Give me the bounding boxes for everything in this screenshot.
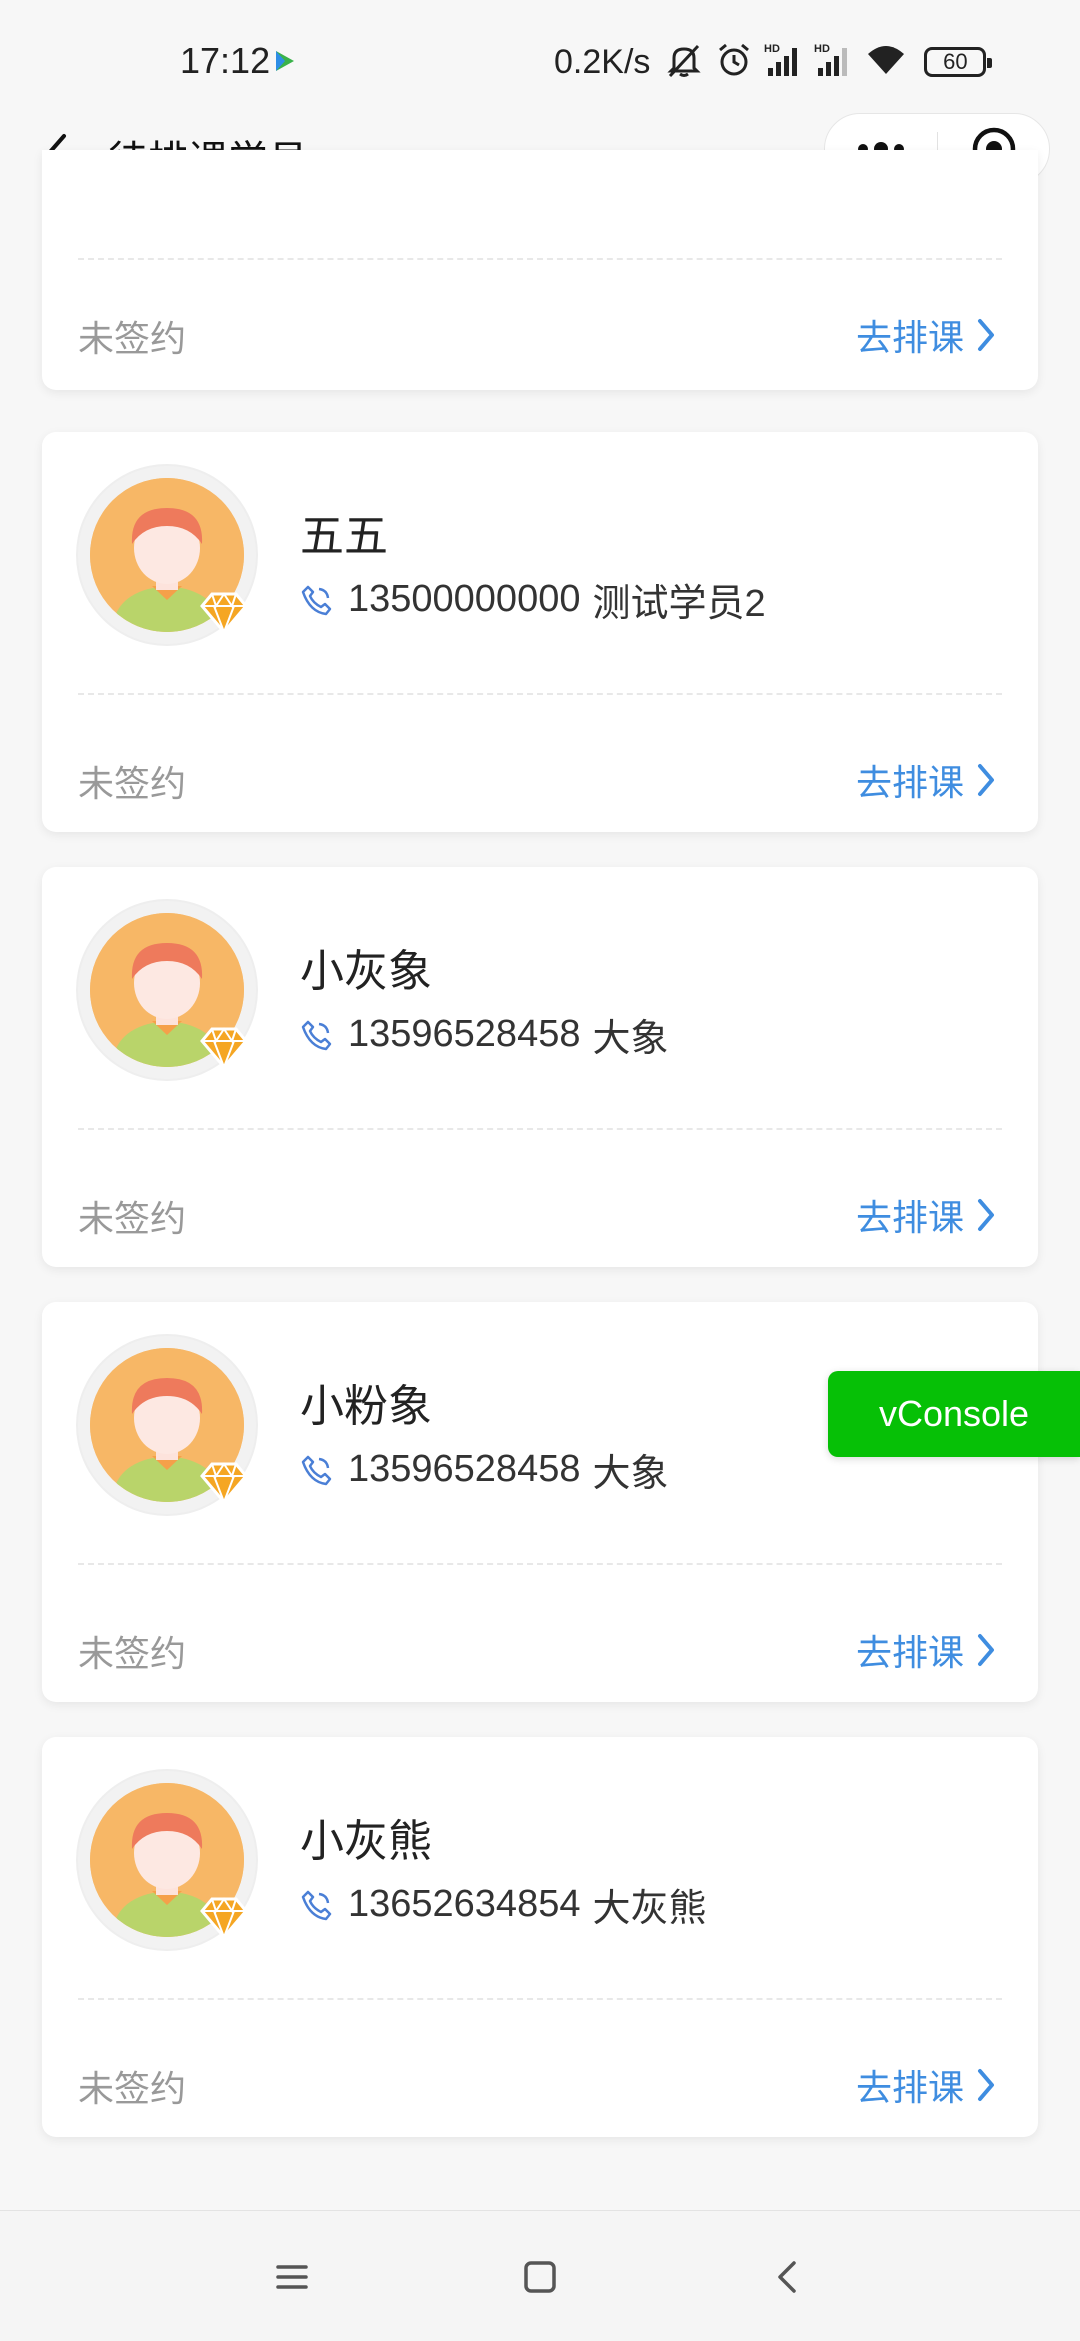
chevron-right-icon: [978, 764, 994, 796]
student-card[interactable]: 小灰象 13596528458 大象 未签约 去排课: [42, 867, 1038, 1267]
schedule-button[interactable]: 去排课: [856, 1189, 996, 1241]
student-list: 未签约 去排课 五五 13500000000 测试学员2 未签约 去排课 小灰象…: [0, 0, 1080, 2340]
contract-status: 未签约: [78, 2068, 187, 2109]
student-card[interactable]: 五五 13500000000 测试学员2 未签约 去排课: [42, 432, 1038, 832]
home-button[interactable]: [510, 2247, 570, 2307]
phone-icon: [301, 1890, 332, 1920]
schedule-button[interactable]: 去排课: [856, 309, 996, 361]
avatar: [78, 901, 258, 1081]
student-note: 大灰熊: [592, 1888, 707, 1930]
schedule-label: 去排课: [855, 317, 964, 358]
vip-diamond-icon: [200, 592, 248, 634]
student-card[interactable]: 小灰熊 13652634854 大灰熊 未签约 去排课: [42, 1737, 1038, 2137]
student-contact: 13596528458 大象: [300, 1442, 669, 1497]
menu-icon: [276, 2265, 308, 2289]
student-name: 小灰熊: [300, 1817, 432, 1866]
vip-diamond-icon: [200, 1897, 248, 1939]
chevron-right-icon: [978, 1199, 994, 1231]
student-contact: 13500000000 测试学员2: [300, 572, 766, 627]
contract-status: 未签约: [78, 1198, 187, 1239]
vip-diamond-icon: [200, 1027, 248, 1069]
menu-button[interactable]: [262, 2247, 322, 2307]
contract-status: 未签约: [78, 318, 187, 359]
student-name: 小灰象: [300, 947, 432, 996]
card-divider: [78, 258, 1002, 260]
phone-icon: [301, 585, 332, 615]
student-phone: 13652634854: [348, 1883, 581, 1925]
schedule-label: 去排课: [855, 2067, 964, 2108]
avatar: [78, 1771, 258, 1951]
schedule-button[interactable]: 去排课: [856, 2059, 996, 2111]
system-nav-bar: [0, 2210, 1080, 2341]
home-icon: [524, 2261, 556, 2293]
phone-icon: [301, 1020, 332, 1050]
student-note: 大象: [592, 1018, 669, 1060]
chevron-right-icon: [978, 2069, 994, 2101]
student-name: 五五: [300, 512, 388, 561]
vip-diamond-icon: [200, 1462, 248, 1504]
card-divider: [78, 1563, 1002, 1565]
vconsole-button[interactable]: vConsole: [828, 1371, 1080, 1457]
back-icon: [778, 2261, 796, 2293]
student-contact: 13596528458 大象: [300, 1007, 669, 1062]
card-divider: [78, 1128, 1002, 1130]
student-card[interactable]: 未签约 去排课: [42, 150, 1038, 390]
chevron-right-icon: [978, 319, 994, 351]
system-back-button[interactable]: [758, 2247, 818, 2307]
schedule-button[interactable]: 去排课: [856, 1624, 996, 1676]
card-divider: [78, 693, 1002, 695]
schedule-label: 去排课: [855, 1632, 964, 1673]
student-phone: 13596528458: [348, 1448, 581, 1490]
schedule-button[interactable]: 去排课: [856, 754, 996, 806]
student-note: 测试学员2: [592, 583, 766, 625]
avatar: [78, 466, 258, 646]
contract-status: 未签约: [78, 1633, 187, 1674]
student-contact: 13652634854 大灰熊: [300, 1877, 707, 1932]
student-phone: 13500000000: [348, 578, 581, 620]
card-divider: [78, 1998, 1002, 2000]
student-phone: 13596528458: [348, 1013, 581, 1055]
phone-icon: [301, 1455, 332, 1485]
contract-status: 未签约: [78, 763, 187, 804]
schedule-label: 去排课: [855, 762, 964, 803]
chevron-right-icon: [978, 1634, 994, 1666]
schedule-label: 去排课: [855, 1197, 964, 1238]
student-name: 小粉象: [300, 1382, 432, 1431]
student-note: 大象: [592, 1453, 669, 1495]
avatar: [78, 1336, 258, 1516]
student-card[interactable]: 小粉象 13596528458 大象 未签约 去排课: [42, 1302, 1038, 1702]
